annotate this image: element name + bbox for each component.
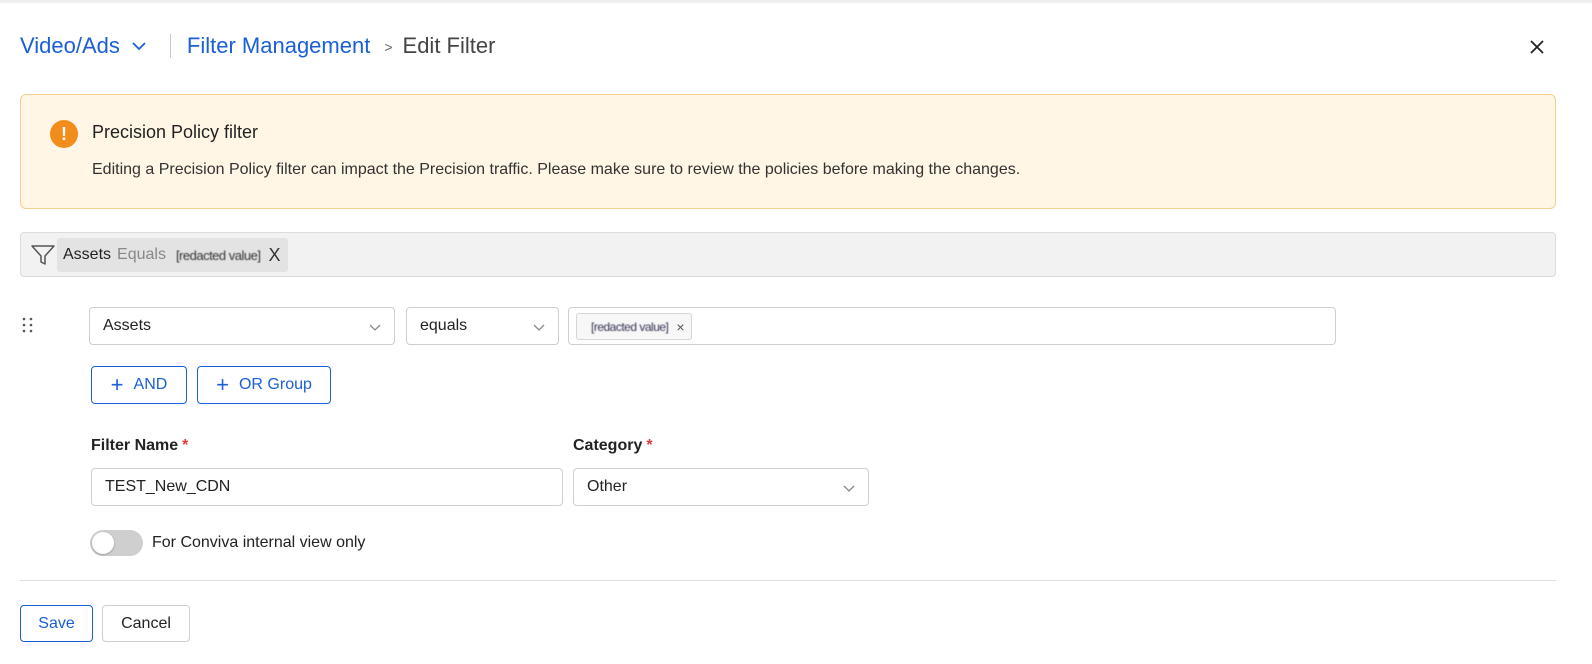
divider (20, 580, 1556, 581)
summary-remove-icon[interactable]: X (268, 245, 280, 266)
save-button[interactable]: Save (20, 605, 93, 642)
app-switcher[interactable]: Video/Ads (20, 33, 148, 59)
chip-remove-icon[interactable]: × (676, 319, 684, 335)
breadcrumb-filter-management[interactable]: Filter Management (187, 33, 370, 59)
condition-operator-select[interactable]: equals (406, 307, 559, 345)
top-border (0, 0, 1592, 3)
chevron-down-icon (533, 324, 545, 331)
breadcrumb-divider (169, 34, 171, 58)
breadcrumb: Video/Ads Filter Management > Edit Filte… (20, 30, 495, 62)
condition-field-value: Assets (103, 317, 152, 334)
chevron-down-icon (132, 42, 146, 51)
exclamation-icon: ! (50, 120, 78, 148)
condition-field-select[interactable]: Assets (89, 307, 395, 345)
funnel-icon (31, 245, 55, 265)
app-switcher-label: Video/Ads (20, 33, 120, 58)
filter-name-label-text: Filter Name (91, 437, 179, 454)
toggle-knob (92, 532, 114, 554)
breadcrumb-separator: > (384, 39, 393, 55)
close-icon[interactable] (1526, 36, 1548, 58)
condition-value-chip: [redacted value] × (576, 313, 692, 340)
chevron-down-icon (843, 485, 855, 492)
add-or-group-button[interactable]: + OR Group (197, 366, 331, 404)
internal-view-toggle[interactable] (90, 530, 143, 556)
required-mark: * (646, 437, 653, 454)
plus-icon: + (216, 372, 229, 397)
required-mark: * (182, 437, 189, 454)
add-or-group-label: OR Group (238, 376, 312, 393)
add-and-label: AND (133, 376, 168, 393)
drag-handle-icon[interactable] (21, 316, 35, 334)
internal-view-label: For Conviva internal view only (152, 534, 366, 551)
filter-name-label: Filter Name * (91, 437, 188, 455)
filter-summary-chip: Assets Equals [redacted value] X (57, 238, 289, 272)
filter-name-input[interactable] (91, 468, 563, 506)
condition-operator-value: equals (420, 317, 468, 334)
summary-value: [redacted value] (175, 247, 261, 263)
category-value: Other (587, 478, 628, 495)
category-label-text: Category (573, 437, 643, 454)
category-label: Category * (573, 437, 653, 455)
banner-title: Precision Policy filter (92, 122, 259, 142)
banner-message: Editing a Precision Policy filter can im… (92, 161, 1021, 178)
plus-icon: + (110, 372, 124, 397)
warning-banner: ! Precision Policy filter Editing a Prec… (20, 94, 1556, 209)
page-title: Edit Filter (402, 33, 496, 58)
filter-summary-bar: Assets Equals [redacted value] X (20, 232, 1556, 277)
condition-value-text: [redacted value] (591, 319, 669, 334)
chevron-down-icon (369, 324, 381, 331)
category-select[interactable]: Other (573, 468, 869, 506)
add-and-button[interactable]: + AND (91, 366, 187, 404)
summary-field: Assets (63, 246, 112, 263)
summary-operator: Equals (117, 246, 166, 263)
condition-value-input[interactable]: [redacted value] × (568, 307, 1336, 345)
cancel-button[interactable]: Cancel (102, 605, 190, 642)
